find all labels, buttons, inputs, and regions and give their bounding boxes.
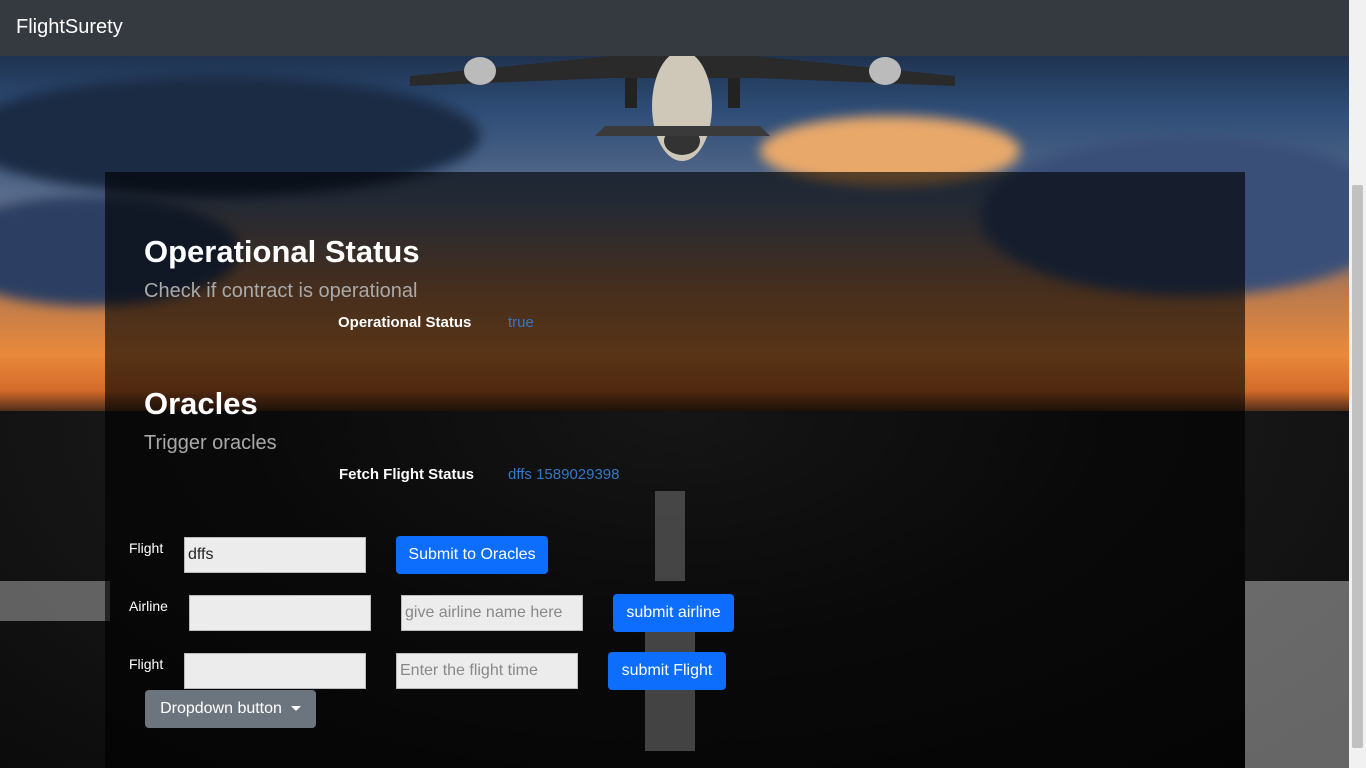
vertical-scrollbar[interactable] bbox=[1349, 0, 1366, 768]
operational-status-title: Operational Status bbox=[144, 234, 420, 269]
dropdown-button[interactable]: Dropdown button bbox=[145, 690, 316, 728]
submit-to-oracles-button[interactable]: Submit to Oracles bbox=[396, 536, 548, 574]
flight-label: Flight bbox=[129, 540, 164, 556]
fetch-flight-status-value: dffs 1589029398 bbox=[508, 466, 620, 483]
operational-status-subtitle: Check if contract is operational bbox=[144, 280, 418, 302]
operational-status-value: true bbox=[508, 314, 534, 331]
flight-register-input[interactable] bbox=[184, 653, 366, 689]
runway-stripe bbox=[0, 581, 110, 621]
scrollbar-thumb[interactable] bbox=[1352, 185, 1363, 748]
airline-label: Airline bbox=[129, 598, 168, 614]
runway-stripe bbox=[1245, 581, 1349, 768]
submit-airline-button[interactable]: submit airline bbox=[613, 594, 734, 632]
navbar: FlightSurety bbox=[0, 0, 1349, 56]
caret-down-icon bbox=[290, 706, 301, 712]
flight-input[interactable] bbox=[184, 537, 366, 573]
airline-name-input[interactable] bbox=[401, 595, 583, 631]
fetch-flight-status-label: Fetch Flight Status bbox=[339, 466, 474, 483]
airline-address-input[interactable] bbox=[189, 595, 371, 631]
oracles-title: Oracles bbox=[144, 386, 258, 421]
flight-register-label: Flight bbox=[129, 656, 164, 672]
submit-flight-button[interactable]: submit Flight bbox=[608, 652, 726, 690]
operational-status-label: Operational Status bbox=[338, 314, 472, 331]
oracles-subtitle: Trigger oracles bbox=[144, 432, 277, 454]
brand-link[interactable]: FlightSurety bbox=[16, 16, 123, 39]
dropdown-button-label: Dropdown button bbox=[160, 700, 282, 717]
flight-time-input[interactable] bbox=[396, 653, 578, 689]
